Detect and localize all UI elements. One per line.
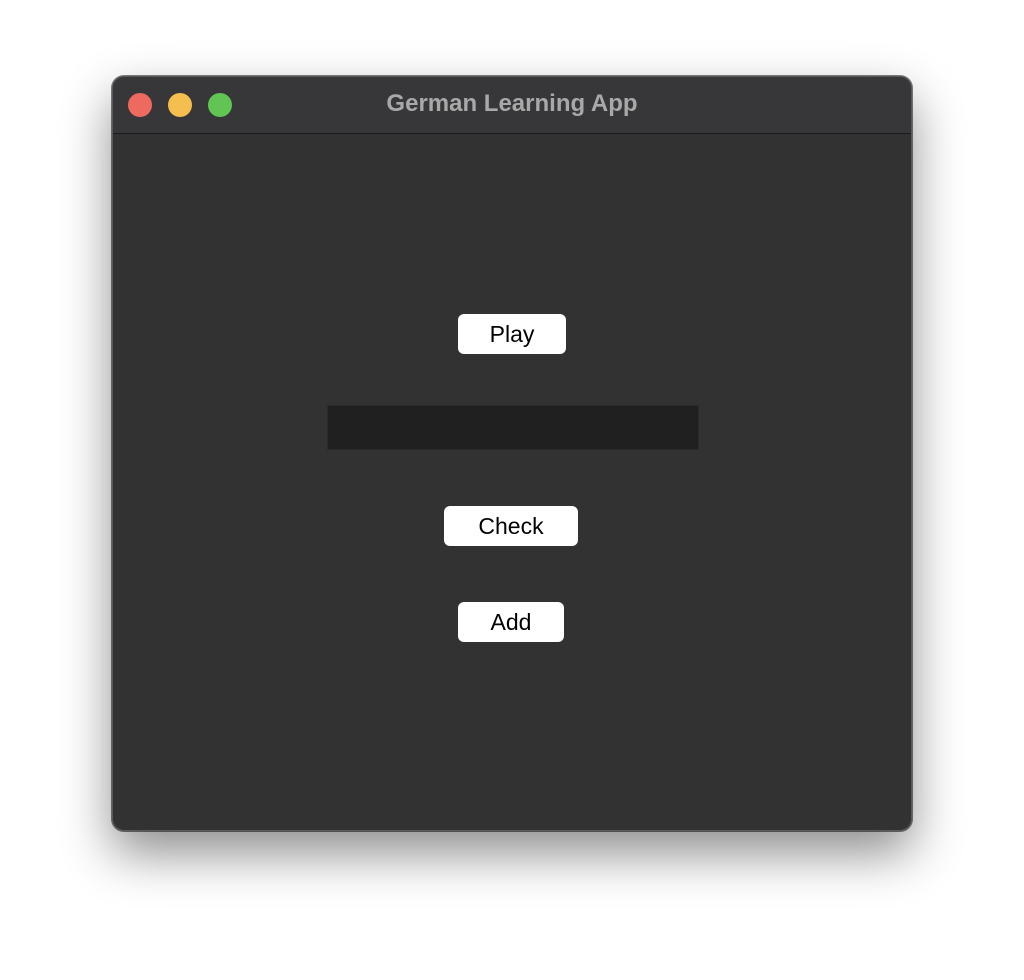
app-window: German Learning App Play Check Add bbox=[112, 76, 912, 831]
window-title: German Learning App bbox=[386, 90, 638, 117]
answer-input[interactable] bbox=[327, 405, 699, 450]
title-bar[interactable]: German Learning App bbox=[113, 77, 911, 134]
add-button[interactable]: Add bbox=[458, 602, 564, 642]
check-button[interactable]: Check bbox=[444, 506, 578, 546]
play-button[interactable]: Play bbox=[458, 314, 566, 354]
